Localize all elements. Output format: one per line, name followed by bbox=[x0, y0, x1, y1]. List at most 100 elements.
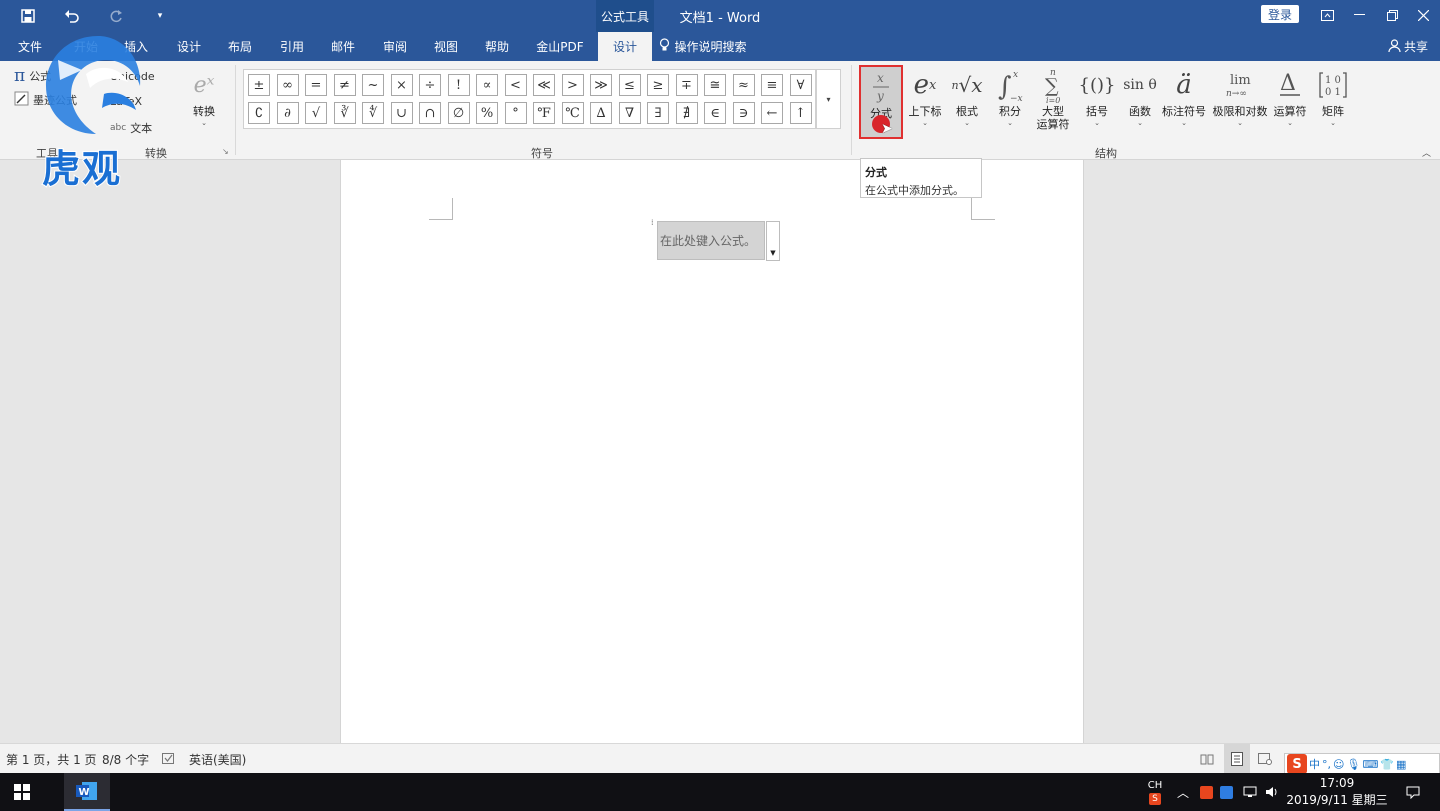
accent-button[interactable]: ä 标注符号 ⌄ bbox=[1162, 65, 1206, 139]
save-icon[interactable] bbox=[10, 0, 46, 32]
symbol-button[interactable]: ∛ bbox=[333, 102, 356, 124]
share-button[interactable]: 共享 bbox=[1388, 32, 1428, 61]
ime-toolbar[interactable]: S 中 °, ☺ 🎙 ⌨ 👕 ▦ bbox=[1284, 753, 1440, 775]
word-count[interactable]: 8/8 个字 bbox=[102, 744, 149, 774]
bracket-button[interactable]: {()} 括号 ⌄ bbox=[1075, 65, 1119, 139]
symbol-button[interactable]: × bbox=[390, 74, 413, 96]
symbol-button[interactable]: ≈ bbox=[732, 74, 755, 96]
tab-design[interactable]: 设计 bbox=[167, 32, 211, 61]
page-count[interactable]: 第 1 页，共 1 页 bbox=[6, 744, 97, 774]
read-mode-icon[interactable] bbox=[1200, 744, 1214, 774]
limit-log-button[interactable]: lim n→∞ 极限和对数 ⌄ bbox=[1212, 65, 1268, 139]
large-operator-button[interactable]: n ∑ i=0 大型 运算符 bbox=[1030, 65, 1076, 139]
symbol-button[interactable]: ≪ bbox=[533, 74, 555, 96]
restore-icon[interactable] bbox=[1375, 0, 1409, 30]
dialog-launcher-icon[interactable]: ↘ bbox=[222, 147, 229, 156]
symbol-button[interactable]: > bbox=[561, 74, 584, 96]
symbol-button[interactable]: < bbox=[504, 74, 527, 96]
language-indicator[interactable]: 英语(美国) bbox=[189, 744, 246, 774]
symbol-button[interactable]: ↑ bbox=[789, 102, 812, 124]
ribbon-display-options-icon[interactable] bbox=[1310, 0, 1344, 30]
symbol-button[interactable]: ∝ bbox=[476, 74, 498, 96]
tab-kingsoft-pdf[interactable]: 金山PDF bbox=[530, 32, 590, 61]
ime-language-indicator[interactable]: CH S bbox=[1142, 773, 1168, 811]
symbol-button[interactable]: ∃ bbox=[647, 102, 669, 124]
symbol-button[interactable]: ° bbox=[504, 102, 527, 124]
symbol-button[interactable]: ∀ bbox=[789, 74, 812, 96]
tab-layout[interactable]: 布局 bbox=[218, 32, 262, 61]
symbol-button[interactable]: = bbox=[305, 74, 327, 96]
equation-options-button[interactable]: ▼ bbox=[766, 221, 780, 261]
symbol-button[interactable]: ÷ bbox=[419, 74, 441, 96]
collapse-ribbon-icon[interactable]: ︿ bbox=[1422, 146, 1431, 159]
symbol-button[interactable]: ∆ bbox=[590, 102, 612, 124]
symbol-button[interactable]: ← bbox=[761, 102, 783, 124]
minimize-icon[interactable] bbox=[1342, 0, 1376, 30]
symbols-more-button[interactable]: ▾ bbox=[816, 69, 841, 129]
ime-mode[interactable]: 中 bbox=[1309, 756, 1320, 772]
tab-references[interactable]: 引用 bbox=[270, 32, 314, 61]
redo-icon[interactable] bbox=[98, 0, 134, 32]
volume-icon[interactable] bbox=[1262, 773, 1282, 811]
convert-button[interactable]: eˣ 转换 ⌄ bbox=[182, 65, 226, 139]
symbol-button[interactable]: ∋ bbox=[732, 102, 755, 124]
symbol-button[interactable]: ∓ bbox=[675, 74, 698, 96]
network-icon[interactable] bbox=[1240, 773, 1260, 811]
customize-quick-access-icon[interactable]: ▾ bbox=[142, 0, 178, 32]
word-taskbar-icon[interactable]: W bbox=[64, 773, 110, 811]
tab-view[interactable]: 视图 bbox=[424, 32, 468, 61]
app-tray-icon[interactable] bbox=[1196, 773, 1216, 811]
cloud-tray-icon[interactable] bbox=[1216, 773, 1236, 811]
symbol-button[interactable]: ≫ bbox=[590, 74, 612, 96]
integral-button[interactable]: ∫ x −x 积分 ⌄ bbox=[988, 65, 1032, 139]
symbol-button[interactable]: % bbox=[476, 102, 498, 124]
symbol-button[interactable]: ℉ bbox=[533, 102, 555, 124]
windows-start-icon[interactable] bbox=[0, 773, 44, 811]
notification-icon[interactable] bbox=[1400, 773, 1426, 811]
undo-icon[interactable] bbox=[54, 0, 90, 32]
tab-help[interactable]: 帮助 bbox=[475, 32, 519, 61]
tell-me-search[interactable]: 操作说明搜索 bbox=[656, 32, 750, 61]
symbol-button[interactable]: ∅ bbox=[447, 102, 470, 124]
symbol-button[interactable]: ∈ bbox=[704, 102, 726, 124]
symbol-button[interactable]: ≠ bbox=[333, 74, 356, 96]
print-layout-icon[interactable] bbox=[1224, 744, 1250, 774]
tab-equation-design[interactable]: 设计 bbox=[598, 32, 652, 61]
symbol-button[interactable]: ∄ bbox=[675, 102, 698, 124]
close-icon[interactable] bbox=[1406, 0, 1440, 30]
symbol-button[interactable]: ≥ bbox=[647, 74, 669, 96]
toolbox-icon[interactable]: ▦ bbox=[1396, 758, 1406, 771]
symbol-button[interactable]: ≤ bbox=[618, 74, 641, 96]
symbol-button[interactable]: ~ bbox=[362, 74, 384, 96]
show-hidden-icons-icon[interactable]: ︿ bbox=[1172, 773, 1194, 811]
symbol-button[interactable]: ∇ bbox=[618, 102, 641, 124]
tab-review[interactable]: 审阅 bbox=[373, 32, 417, 61]
symbol-button[interactable]: ! bbox=[447, 74, 470, 96]
symbol-button[interactable]: ≡ bbox=[761, 74, 783, 96]
symbol-button[interactable]: ∪ bbox=[390, 102, 413, 124]
operator-button[interactable]: Δ 运算符 ⌄ bbox=[1268, 65, 1312, 139]
radical-button[interactable]: n √x 根式 ⌄ bbox=[945, 65, 989, 139]
clock[interactable]: 17:09 2019/9/11 星期三 bbox=[1284, 773, 1390, 811]
keyboard-icon[interactable]: ⌨ bbox=[1362, 758, 1378, 771]
symbol-button[interactable]: ∁ bbox=[248, 102, 270, 124]
microphone-icon[interactable]: 🎙 bbox=[1346, 758, 1360, 771]
symbol-button[interactable]: ∩ bbox=[419, 102, 441, 124]
symbol-button[interactable]: ℃ bbox=[561, 102, 584, 124]
symbol-button[interactable]: √ bbox=[305, 102, 327, 124]
symbol-button[interactable]: ∜ bbox=[362, 102, 384, 124]
tab-mailings[interactable]: 邮件 bbox=[321, 32, 365, 61]
symbol-button[interactable]: ∞ bbox=[276, 74, 299, 96]
symbol-button[interactable]: ± bbox=[248, 74, 270, 96]
punctuation-icon[interactable]: °, bbox=[1322, 758, 1331, 771]
matrix-button[interactable]: 1 00 1 矩阵 ⌄ bbox=[1311, 65, 1355, 139]
login-button[interactable]: 登录 bbox=[1261, 5, 1299, 23]
symbol-button[interactable]: ∂ bbox=[276, 102, 299, 124]
emoji-icon[interactable]: ☺ bbox=[1333, 758, 1344, 771]
function-button[interactable]: sin θ 函数 ⌄ bbox=[1118, 65, 1162, 139]
symbol-button[interactable]: ≅ bbox=[704, 74, 726, 96]
equation-input[interactable]: 在此处键入公式。 bbox=[657, 221, 765, 260]
skin-icon[interactable]: 👕 bbox=[1380, 758, 1394, 771]
script-button[interactable]: ex 上下标 ⌄ bbox=[903, 65, 947, 139]
web-layout-icon[interactable] bbox=[1258, 744, 1272, 774]
